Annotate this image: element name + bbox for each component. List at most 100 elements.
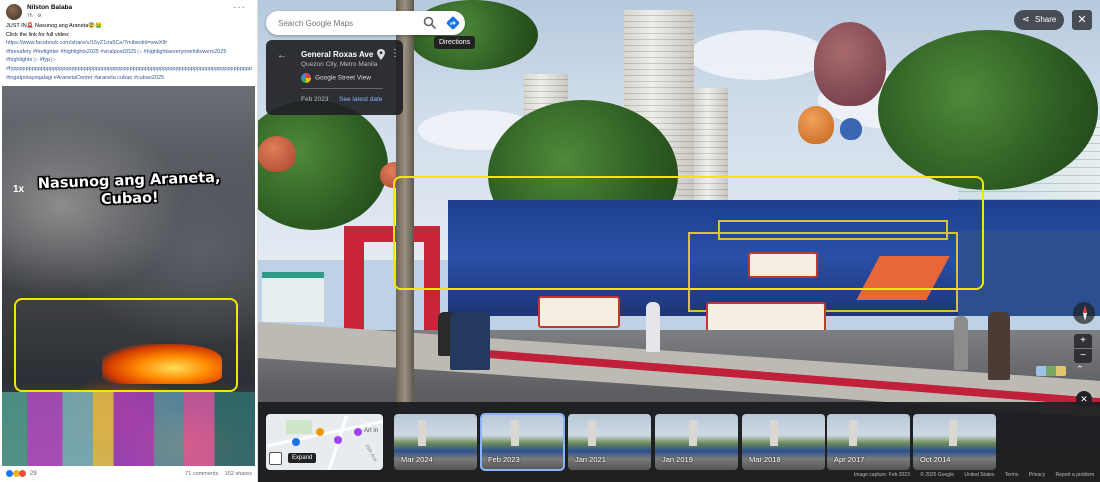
close-filmstrip-icon[interactable]: ✕ xyxy=(1076,391,1092,407)
like-icon xyxy=(6,470,13,477)
post-meta: 7h · ⚙ xyxy=(27,13,42,19)
footer-link-privacy[interactable]: Privacy xyxy=(1029,472,1045,478)
expand-tooltip: Expand xyxy=(288,453,317,463)
post-line: JUST IN🚨 Nasunog ang Araneta😨😭 xyxy=(6,23,102,29)
comments-count[interactable]: 71 comments xyxy=(185,471,218,477)
reactions[interactable]: 29 xyxy=(6,470,37,477)
poi-marker-icon[interactable] xyxy=(354,428,362,436)
zoom-out-button[interactable]: − xyxy=(1074,349,1092,363)
gsv-label: Google Street View xyxy=(315,74,371,82)
thumbnail-building xyxy=(949,420,957,446)
pedestrian xyxy=(646,302,660,352)
reactions-count: 29 xyxy=(30,471,37,478)
timeline-thumbnail[interactable]: Mar 2018 xyxy=(742,414,825,470)
map-layers-icon[interactable] xyxy=(1036,366,1066,376)
post-hashtags[interactable]: #ingatpotayoqalagi #AranetaCenter #arane… xyxy=(6,74,252,83)
thumbnail-date: Oct 2014 xyxy=(920,455,951,464)
post-footer: 29 71 comments 152 shares xyxy=(0,467,258,482)
timeline-thumbnail[interactable]: Jan 2021 xyxy=(568,414,651,470)
map-pin-icon[interactable] xyxy=(376,49,386,60)
post-line: Click the link for full video: xyxy=(6,31,70,38)
thumbnail-date: Apr 2017 xyxy=(834,455,865,464)
timeline-thumbnail[interactable]: Jan 2019 xyxy=(655,414,738,470)
timeline-thumbnail[interactable]: Apr 2017 xyxy=(827,414,910,470)
thumbnail-building xyxy=(689,420,697,446)
timeline-thumbnail-selected[interactable]: Feb 2023 xyxy=(480,413,565,471)
post-hashtags[interactable]: #fyppppppppppppppppppppppppppppppppppppp… xyxy=(6,65,252,74)
kiosk xyxy=(262,272,324,322)
lantern xyxy=(798,106,834,144)
pedestrian xyxy=(954,316,968,370)
thumbnail-building xyxy=(849,420,857,446)
tree xyxy=(878,30,1098,190)
thumbnail-date: Jan 2019 xyxy=(662,455,693,464)
search-input[interactable] xyxy=(278,16,408,30)
thumbnail-building xyxy=(511,420,519,446)
lantern xyxy=(258,136,296,172)
post-hashtags[interactable]: #firesafety #firefighter #highlights2025… xyxy=(6,48,252,57)
post-hashtags[interactable]: #highlights ▷ #fyp ▷ xyxy=(6,56,252,65)
timeline-thumbnail[interactable]: Oct 2014 xyxy=(913,414,996,470)
minimap-label: Art in xyxy=(364,428,379,434)
search-bar[interactable] xyxy=(266,11,465,35)
thumbnail-building xyxy=(588,420,596,446)
directions-icon[interactable] xyxy=(445,15,461,31)
shares-count[interactable]: 152 shares xyxy=(225,471,252,477)
location-title: General Roxas Ave xyxy=(301,50,374,59)
share-button[interactable]: ⋖ Share xyxy=(1014,10,1064,30)
see-latest-date-link[interactable]: See latest date xyxy=(339,96,382,103)
share-label: Share xyxy=(1035,15,1057,24)
facebook-post: Nilston Balaba 7h · ⚙ ··· JUST IN🚨 Nasun… xyxy=(0,0,258,482)
highlight-box-site xyxy=(393,176,984,290)
minimap[interactable]: Art in 15th Ave xyxy=(266,414,383,470)
back-arrow-icon[interactable]: ← xyxy=(277,50,287,61)
poi-marker-icon[interactable] xyxy=(316,428,324,436)
street-view-source: Google Street View xyxy=(301,73,371,83)
minimap-street: 15th Ave xyxy=(363,443,379,463)
carnival-banner xyxy=(538,296,620,328)
search-icon[interactable] xyxy=(423,16,437,30)
chevron-up-icon[interactable]: ⌃ xyxy=(1076,364,1084,375)
footer-link-terms[interactable]: Terms xyxy=(1005,472,1019,478)
google-street-view-icon xyxy=(301,73,311,83)
maps-footer: Image capture: Feb 2023 © 2025 Google Un… xyxy=(854,472,1100,478)
expand-icon[interactable] xyxy=(269,452,282,465)
location-subtitle: Quezon City, Metro Manila xyxy=(301,61,378,68)
post-author[interactable]: Nilston Balaba xyxy=(27,4,72,11)
hot-air-balloon-lantern xyxy=(814,22,886,106)
footer-link-report[interactable]: Report a problem xyxy=(1056,472,1095,478)
poi-marker-icon[interactable] xyxy=(334,436,342,444)
motorcyclist xyxy=(450,312,490,370)
zoom-in-button[interactable]: + xyxy=(1074,334,1092,348)
map-park xyxy=(286,420,312,434)
poi-marker-icon[interactable] xyxy=(292,438,300,446)
avatar[interactable] xyxy=(6,4,22,20)
footer-link-country[interactable]: United States xyxy=(964,472,994,478)
post-text: JUST IN🚨 Nasunog ang Araneta😨😭 Click the… xyxy=(6,22,252,82)
thumbnail-date: Mar 2018 xyxy=(749,455,781,464)
post-video-link[interactable]: https://www.facebook.com/share/v/15yZ1oa… xyxy=(6,39,252,48)
lantern-basket xyxy=(840,118,862,140)
location-card: ← General Roxas Ave Quezon City, Metro M… xyxy=(266,40,403,115)
cloud xyxy=(688,30,828,80)
angry-icon xyxy=(19,470,27,477)
compass-icon[interactable] xyxy=(1073,302,1095,324)
post-stats: 71 comments 152 shares xyxy=(185,471,252,477)
thumbnail-date: Mar 2024 xyxy=(401,455,433,464)
more-options-icon[interactable]: ··· xyxy=(233,2,246,13)
copyright: © 2025 Google xyxy=(920,472,954,478)
capture-date: Feb 2023 xyxy=(301,96,329,103)
video-rooftops xyxy=(2,392,255,466)
video-caption: Nasunog ang Araneta, Cubao! xyxy=(37,169,221,208)
post-video[interactable] xyxy=(2,86,255,466)
share-icon: ⋖ xyxy=(1022,14,1030,24)
street-view[interactable]: Directions ← General Roxas Ave Quezon Ci… xyxy=(258,0,1100,482)
more-vert-icon[interactable]: ⋮ xyxy=(390,48,400,59)
thumbnail-date: Feb 2023 xyxy=(488,455,520,464)
playback-speed[interactable]: 1x xyxy=(13,184,24,195)
highlight-box-fire xyxy=(14,298,238,392)
timeline-thumbnail[interactable]: Mar 2024 xyxy=(394,414,477,470)
divider xyxy=(301,88,383,89)
close-icon[interactable]: ✕ xyxy=(1072,10,1092,30)
time-travel-strip: ✕ Art in 15th Ave Expand Mar 2024 Feb 20… xyxy=(258,391,1100,482)
